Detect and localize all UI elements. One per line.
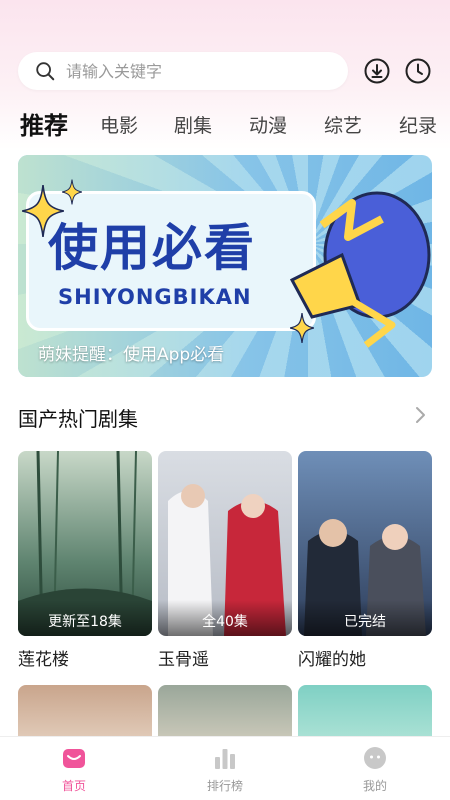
search-box[interactable] xyxy=(18,52,348,90)
tab-anime[interactable]: 动漫 xyxy=(249,111,287,138)
banner-title: 使用必看 xyxy=(48,219,256,277)
nav-home-label: 首页 xyxy=(61,779,86,793)
category-tabs: 推荐 电影 剧集 动漫 综艺 纪录 xyxy=(0,105,450,141)
history-clock-icon[interactable] xyxy=(405,58,431,84)
poster-title[interactable]: 莲花楼 xyxy=(18,645,69,670)
poster-card[interactable]: 全40集 xyxy=(158,451,292,636)
tab-series[interactable]: 剧集 xyxy=(174,111,212,138)
tab-recommend[interactable]: 推荐 xyxy=(20,106,68,141)
nav-profile[interactable]: 我的 xyxy=(325,745,425,794)
search-icon xyxy=(36,62,55,81)
ranking-chart-icon xyxy=(215,749,235,769)
download-icon[interactable] xyxy=(364,58,390,84)
search-input[interactable] xyxy=(66,61,306,81)
episode-badge: 已完结 xyxy=(298,600,432,636)
banner-caption: 萌妹提醒：使用App必看 xyxy=(38,345,225,365)
section-title: 国产热门剧集 xyxy=(18,407,138,431)
chevron-right-icon[interactable] xyxy=(413,404,429,426)
poster-title[interactable]: 闪耀的她 xyxy=(298,645,366,670)
bottom-navigation: 首页 排行榜 我的 xyxy=(0,736,450,800)
poster-card[interactable]: 更新至18集 xyxy=(18,451,152,636)
search-row xyxy=(18,52,438,90)
episode-badge: 更新至18集 xyxy=(18,600,152,636)
episode-badge: 全40集 xyxy=(158,600,292,636)
profile-face-icon xyxy=(364,747,386,769)
home-icon xyxy=(63,749,85,768)
tab-variety[interactable]: 综艺 xyxy=(324,111,362,138)
promo-banner[interactable]: 使用必看 SHIYONGBIKAN 萌妹提醒：使用App必看 xyxy=(18,155,432,377)
banner-subtitle: SHIYONGBIKAN xyxy=(58,285,252,309)
nav-ranking-label: 排行榜 xyxy=(206,779,243,793)
tab-movies[interactable]: 电影 xyxy=(100,111,138,138)
nav-ranking[interactable]: 排行榜 xyxy=(175,745,275,794)
nav-profile-label: 我的 xyxy=(362,779,387,793)
nav-home[interactable]: 首页 xyxy=(24,745,124,794)
sparkle-icon xyxy=(62,179,82,205)
poster-card[interactable]: 已完结 xyxy=(298,451,432,636)
megaphone-illustration xyxy=(289,191,431,348)
poster-title[interactable]: 玉骨遥 xyxy=(158,645,209,670)
tab-documentary[interactable]: 纪录 xyxy=(399,111,437,138)
